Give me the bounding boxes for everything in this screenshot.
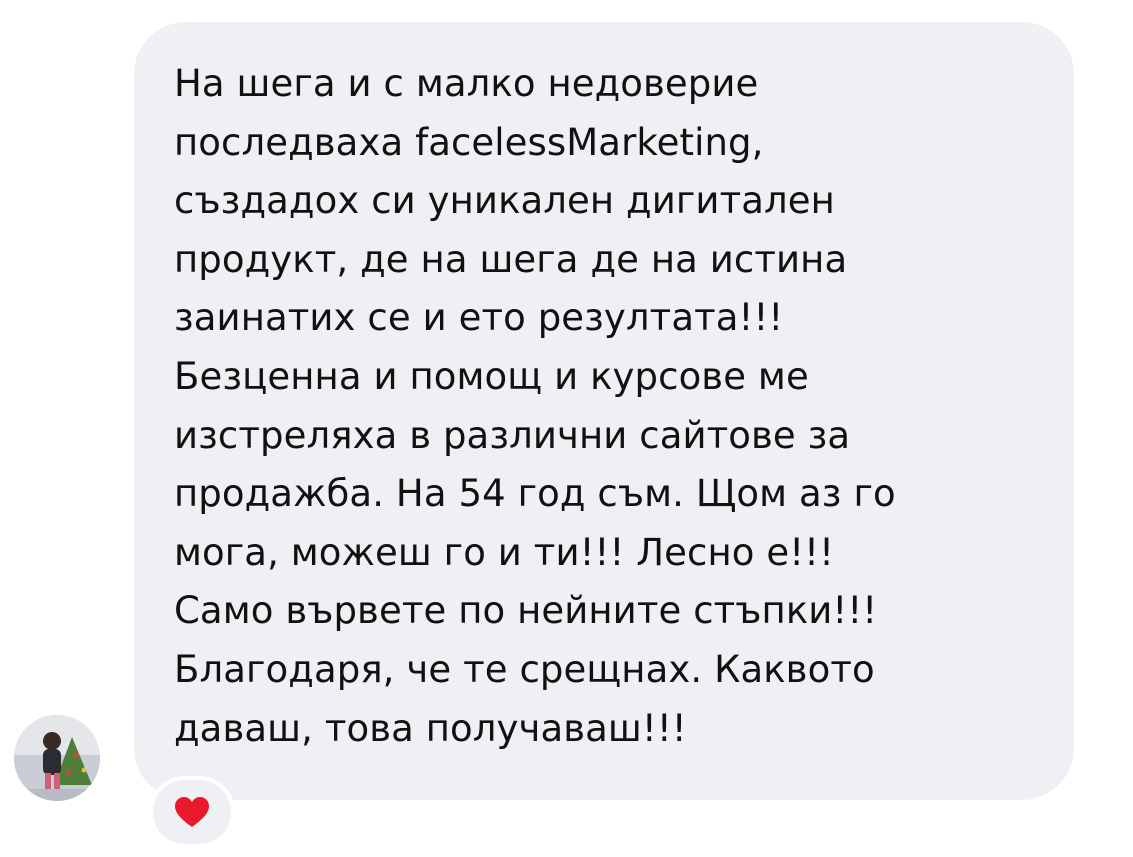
message-line: създадох си уникален дигитален [174, 179, 835, 223]
heart-icon [175, 796, 209, 827]
chat-view: На шега и с малко недоверие последваха f… [0, 0, 1133, 857]
message-bubble[interactable]: На шега и с малко недоверие последваха f… [134, 22, 1074, 800]
avatar-photo [14, 715, 100, 801]
message-line: Само вървете по нейните стъпки!!! [174, 589, 878, 633]
avatar[interactable] [14, 715, 100, 801]
message-line: Благодаря, че те срещнах. Каквото [174, 647, 875, 691]
message-line: мога, можеш го и ти!!! Лесно е!!! [174, 530, 835, 574]
message-text: На шега и с малко недоверие последваха f… [174, 55, 1050, 758]
message-line: продукт, де на шега де на истина [174, 237, 848, 281]
message-line: заинатих се и ето резултата!!! [174, 296, 784, 340]
message-line: На шега и с малко недоверие [174, 62, 759, 105]
message-line: продажба. На 54 год съм. Щом аз го [174, 472, 896, 516]
reaction-badge[interactable] [149, 776, 235, 848]
message-line: изстреляха в различни сайтове за [174, 413, 851, 457]
message-line: даваш, това получаваш!!! [174, 706, 687, 750]
message-line: последваха facelessMarketing, [174, 120, 764, 164]
message-line: Безценна и помощ и курсове ме [174, 354, 809, 398]
